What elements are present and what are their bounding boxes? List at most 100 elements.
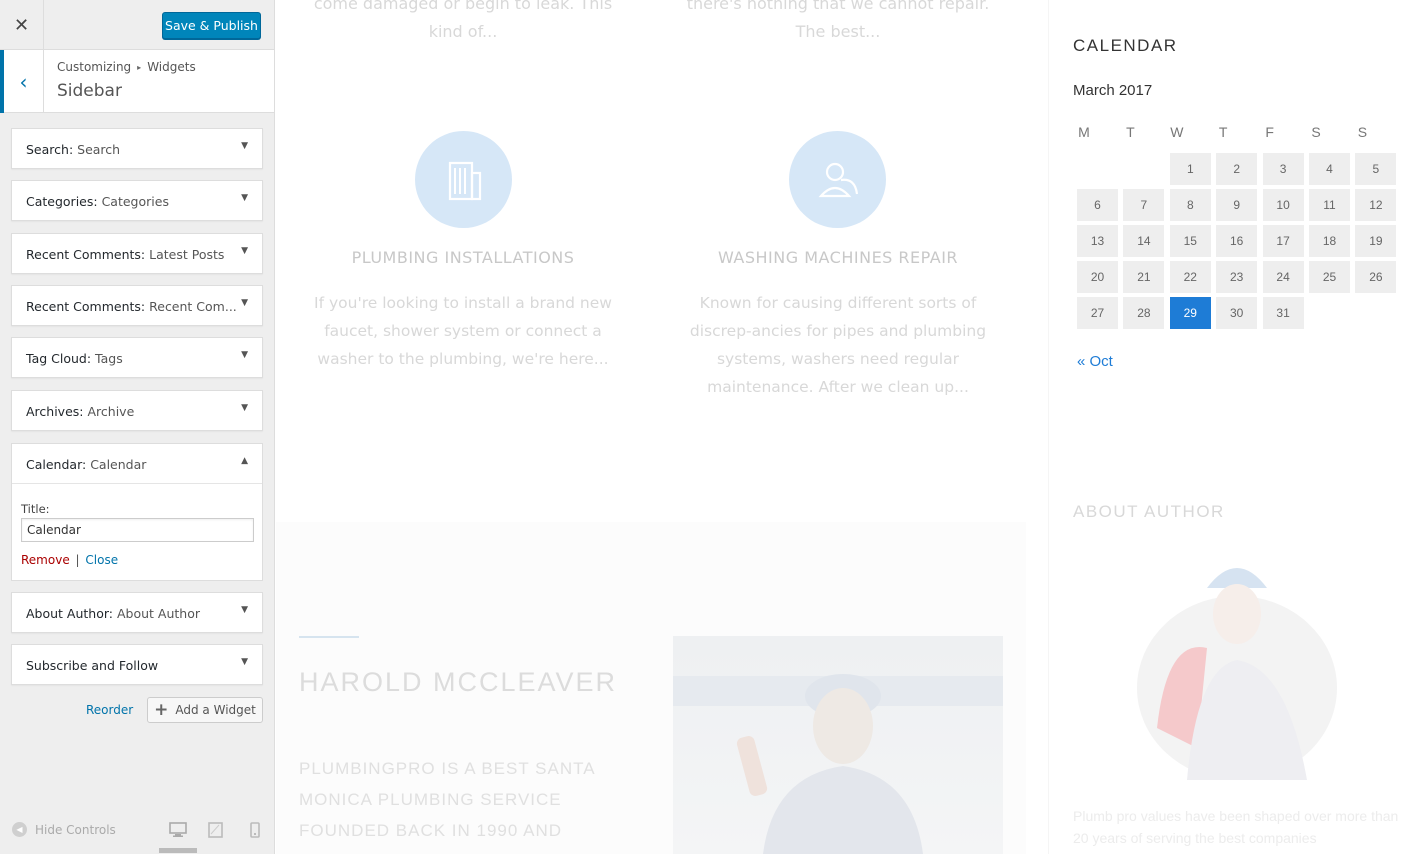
mobile-preview-icon[interactable] [247,822,265,838]
expand-arrow-icon[interactable]: ▼ [241,605,248,615]
calendar-weekday: S [1357,124,1368,140]
breadcrumb-root: Customizing [57,60,132,74]
close-link[interactable]: Close [85,553,118,567]
expand-arrow-icon[interactable]: ▼ [241,350,248,360]
about-author-heading: ABOUT AUTHOR [1073,502,1225,521]
service-excerpt: there's nothing that we cannot repair. T… [686,0,990,41]
breadcrumb-current: Widgets [147,60,196,74]
site-preview: come damaged or begin to leak. This kind… [276,0,1419,854]
calendar-month: March 2017 [1073,82,1153,99]
calendar-day[interactable]: 12 [1355,189,1397,221]
widget-tag-cloud[interactable]: Tag Cloud: Tags ▼ [11,337,263,378]
calendar-weekday: F [1265,124,1274,140]
calendar-day[interactable]: 1 [1169,153,1211,185]
calendar-day[interactable]: 25 [1309,261,1350,293]
widget-label: Categories: Categories [26,194,169,209]
widget-about-author[interactable]: About Author: About Author ▼ [11,592,263,633]
widget-recent-comments-latest[interactable]: Recent Comments: Latest Posts ▼ [11,233,263,274]
title-field[interactable] [21,518,254,542]
plus-icon: + [154,700,169,720]
close-icon[interactable]: ✕ [0,0,44,50]
actions-separator: | [75,553,80,567]
expand-arrow-icon[interactable]: ▼ [241,403,248,413]
calendar-day[interactable]: 28 [1123,297,1165,329]
calendar-day[interactable]: 16 [1216,225,1258,257]
calendar-day[interactable]: 31 [1262,297,1304,329]
calendar-weekday: W [1170,124,1184,140]
service-text: Known for causing different sorts of dis… [689,294,987,396]
calendar-day[interactable]: 8 [1169,189,1211,221]
calendar-day[interactable]: 20 [1077,261,1118,293]
customizer-panel: ✕ Save & Publish ‹ Customizing ▸ Widgets… [0,0,275,854]
calendar-weekday: T [1218,124,1228,140]
tablet-preview-icon[interactable] [207,822,225,838]
active-device-indicator [159,848,197,853]
sidebar-preview: CALENDAR March 2017 M T W T F S S 1 2 3 4 5 6 7 8 9 10 11… [1048,0,1419,854]
widget-archives[interactable]: Archives: Archive ▼ [11,390,263,431]
widget-search[interactable]: Search: Search ▼ [11,128,263,169]
widget-label: Tag Cloud: Tags [26,351,123,366]
calendar-day[interactable]: 9 [1216,189,1258,221]
expand-arrow-icon[interactable]: ▼ [241,657,248,667]
calendar-day[interactable]: 22 [1169,261,1211,293]
calendar-day[interactable]: 19 [1355,225,1397,257]
widget-recent-comments[interactable]: Recent Comments: Recent Com... ▼ [11,285,263,326]
calendar-day-today[interactable]: 29 [1169,297,1211,329]
add-widget-button[interactable]: + Add a Widget [147,697,263,723]
desktop-preview-icon[interactable] [169,822,187,838]
reorder-link[interactable]: Reorder [86,703,133,717]
breadcrumb: Customizing ▸ Widgets [57,60,196,74]
widget-calendar-expanded: Calendar: Calendar ▲ Title: Remove | Clo… [11,443,263,581]
calendar-day[interactable]: 2 [1216,153,1258,185]
widget-label: Recent Comments: Latest Posts [26,247,225,262]
collapse-arrow-icon[interactable]: ▲ [241,456,248,466]
calendar-day[interactable]: 11 [1309,189,1350,221]
calendar-day[interactable]: 17 [1262,225,1304,257]
remove-link[interactable]: Remove [21,553,70,567]
calendar-day[interactable]: 30 [1216,297,1258,329]
customizer-header: ✕ Save & Publish [0,0,274,50]
widget-actions: Remove | Close [21,553,118,567]
calendar-day[interactable]: 4 [1309,153,1350,185]
widget-label: Calendar: Calendar [26,457,147,472]
add-widget-label: Add a Widget [175,703,256,717]
service-text: If you're looking to install a brand new… [314,294,612,368]
calendar-day[interactable]: 21 [1123,261,1165,293]
calendar-day[interactable]: 14 [1123,225,1165,257]
breadcrumb-separator-icon: ▸ [137,62,142,72]
expand-arrow-icon[interactable]: ▼ [241,193,248,203]
widget-label: Subscribe and Follow [26,658,159,673]
hide-controls-button[interactable]: ◀ Hide Controls [12,822,116,837]
expand-arrow-icon[interactable]: ▼ [241,141,248,151]
widget-label: Search: Search [26,142,121,157]
widget-subscribe-follow[interactable]: Subscribe and Follow ▼ [11,644,263,685]
calendar-day[interactable]: 10 [1262,189,1304,221]
calendar-day[interactable]: 7 [1123,189,1165,221]
calendar-day[interactable]: 3 [1262,153,1304,185]
calendar-weekday: M [1078,124,1090,140]
calendar-day[interactable]: 5 [1355,153,1397,185]
about-author-text: Plumb pro values have been shaped over m… [1073,808,1399,846]
title-field-label: Title: [21,502,50,516]
save-publish-button[interactable]: Save & Publish [162,12,261,39]
calendar-day[interactable]: 6 [1077,189,1118,221]
team-member-bio: PLUMBINGPRO IS A BEST SANTA MONICA PLUMB… [299,759,595,840]
calendar-day[interactable]: 27 [1077,297,1118,329]
calendar-day[interactable]: 18 [1309,225,1350,257]
widget-categories[interactable]: Categories: Categories ▼ [11,180,263,221]
widget-calendar-header[interactable]: Calendar: Calendar ▲ [12,444,262,484]
calendar-prev-link[interactable]: « Oct [1077,353,1113,370]
service-excerpt: come damaged or begin to leak. This kind… [313,0,613,41]
calendar-day[interactable]: 15 [1169,225,1211,257]
expand-arrow-icon[interactable]: ▼ [241,298,248,308]
back-arrow-icon[interactable]: ‹ [0,50,44,113]
team-member-photo [673,636,1003,854]
team-member-name: HAROLD MCCLEAVER [299,667,618,697]
calendar-day[interactable]: 13 [1077,225,1118,257]
calendar-day[interactable]: 26 [1355,261,1397,293]
team-divider [299,636,359,638]
calendar-day[interactable]: 24 [1262,261,1304,293]
expand-arrow-icon[interactable]: ▼ [241,246,248,256]
calendar-day[interactable]: 23 [1216,261,1258,293]
calendar-weekday: T [1126,124,1135,140]
